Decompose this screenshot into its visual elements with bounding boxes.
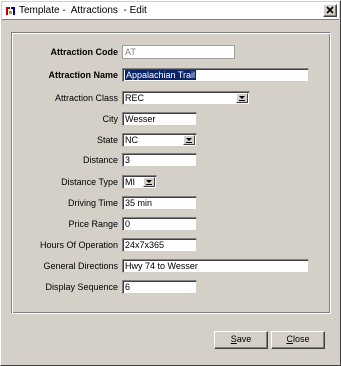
price-range-row: Price Range 0 [1,217,341,231]
distance-field[interactable]: 3 [122,153,197,167]
distance-type-label: Distance Type [61,177,118,187]
driving-time-label: Driving Time [67,198,118,208]
window-title: Template - Attractions - Edit [19,5,147,16]
city-label: City [102,114,119,124]
city-field[interactable]: Wesser [122,112,197,126]
save-button-label: ave [236,334,252,344]
close-icon [326,6,334,14]
distance-row: Distance 3 [1,153,341,167]
attraction-class-label: Attraction Class [54,93,118,103]
display-sequence-label: Display Sequence [45,282,118,292]
chevron-down-icon [146,180,152,185]
attraction-code-label: Attraction Code [50,47,119,57]
state-value: NC [125,135,138,145]
display-sequence-row: Display Sequence 6 [1,280,341,294]
state-dropdown-button[interactable] [183,135,195,145]
general-directions-row: General Directions Hwy 74 to Wesser [1,259,341,273]
distance-type-value: MI [125,177,135,187]
general-directions-field[interactable]: Hwy 74 to Wesser [122,259,309,273]
display-sequence-field[interactable]: 6 [122,280,197,294]
attraction-code-field[interactable]: AT [122,45,235,59]
distance-type-select[interactable]: MI [122,175,157,189]
distance-label: Distance [82,155,118,165]
attraction-class-value: REC [125,93,145,103]
close-button[interactable]: Close [271,331,325,349]
attraction-code-row: Attraction Code AT [1,45,341,59]
attraction-class-row: Attraction Class REC [1,91,341,105]
hours-of-operation-row: Hours Of Operation 24x7x365 [1,238,341,252]
attraction-name-field[interactable]: Appalachian Trail [122,68,309,82]
attraction-class-select[interactable]: REC [122,91,250,105]
chevron-down-icon [186,138,192,143]
hours-of-operation-label: Hours Of Operation [39,240,118,250]
attraction-class-dropdown-button[interactable] [236,93,248,103]
price-range-field[interactable]: 0 [122,217,197,231]
driving-time-row: Driving Time 35 min [1,196,341,210]
app-icon [5,5,16,16]
edit-window: Template - Attractions - Edit Attraction… [0,0,341,366]
state-select[interactable]: NC [122,133,197,147]
chevron-down-icon [239,96,245,101]
attraction-name-label: Attraction Name [48,70,118,80]
distance-type-dropdown-button[interactable] [143,177,155,187]
general-directions-label: General Directions [43,261,118,271]
close-button-label: lose [292,334,310,344]
price-range-label: Price Range [68,219,118,229]
title-bar: Template - Attractions - Edit [2,2,339,20]
hours-of-operation-field[interactable]: 24x7x365 [122,238,197,252]
distance-type-row: Distance Type MI [1,175,341,189]
state-row: State NC [1,133,341,147]
state-label: State [96,135,118,145]
close-window-button[interactable] [323,4,337,17]
driving-time-field[interactable]: 35 min [122,196,197,210]
attraction-name-value: Appalachian Trail [125,70,197,80]
save-button[interactable]: Save [214,331,268,349]
city-row: City Wesser [1,112,341,126]
attraction-name-row: Attraction Name Appalachian Trail [1,68,341,82]
